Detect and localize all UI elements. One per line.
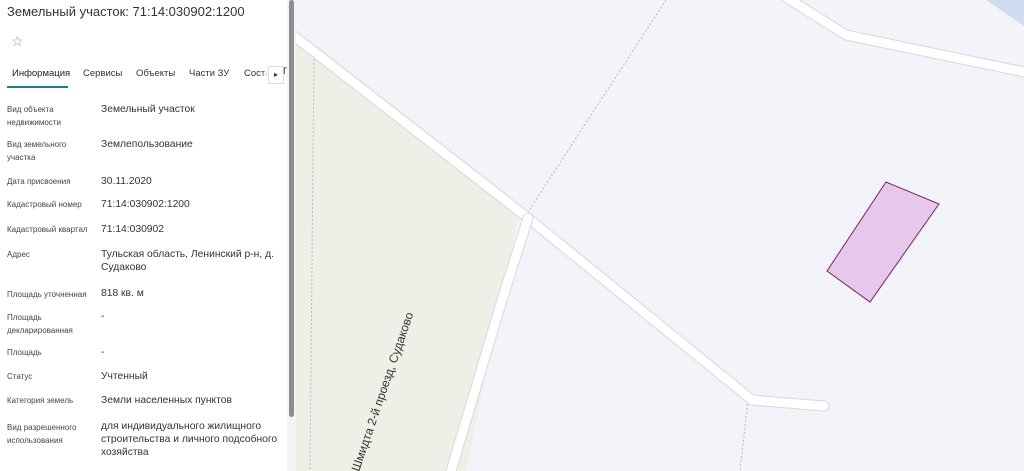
chevron-right-icon[interactable]: ▸ bbox=[268, 66, 284, 84]
row-label-area-declared: Площадь декларированная bbox=[7, 313, 73, 335]
tab-parcel-parts[interactable]: Части ЗУ bbox=[189, 68, 229, 79]
row-label-object-type: Вид объекта недвижимости bbox=[7, 105, 61, 127]
water-area bbox=[986, 0, 1024, 26]
road-top-right-fill bbox=[781, 0, 1024, 77]
row-value-area-specified: 818 кв. м bbox=[101, 288, 144, 299]
row-value-assign-date: 30.11.2020 bbox=[101, 176, 152, 187]
row-value-area-declared: - bbox=[101, 311, 105, 322]
row-label-address: Адрес bbox=[7, 250, 30, 259]
row-value-cadastral-quarter: 71:14:030902 bbox=[101, 224, 164, 235]
scrollbar-thumb[interactable] bbox=[289, 0, 294, 417]
row-value-land-category: Земли населенных пунктов bbox=[101, 395, 232, 406]
row-label-area: Площадь bbox=[7, 348, 42, 357]
tab-objects[interactable]: Объекты bbox=[136, 68, 175, 79]
tab-info[interactable]: Информация bbox=[12, 68, 70, 79]
row-label-assign-date: Дата присвоения bbox=[7, 177, 71, 186]
panel-title: Земельный участок: 71:14:030902:1200 bbox=[7, 4, 245, 19]
row-value-area: - bbox=[101, 347, 105, 358]
star-icon[interactable]: ☆ bbox=[11, 33, 24, 49]
field-area bbox=[296, 40, 521, 471]
row-label-area-specified: Площадь уточненная bbox=[7, 290, 87, 299]
selected-parcel[interactable] bbox=[826, 181, 940, 303]
row-value-parcel-type: Землепользование bbox=[101, 139, 193, 150]
row-value-object-type: Земельный участок bbox=[101, 104, 195, 115]
row-label-cadastral-quarter: Кадастровый квартал bbox=[7, 225, 88, 234]
active-tab-indicator bbox=[7, 86, 68, 88]
row-value-address: Тульская область, Ленинский р-н, д. Суда… bbox=[101, 249, 274, 273]
row-value-status: Учтенный bbox=[101, 371, 148, 382]
tab-bar: Информация Сервисы Объекты Части ЗУ Сост… bbox=[0, 64, 287, 90]
row-label-parcel-type: Вид земельного участка bbox=[7, 140, 67, 162]
row-value-cadastral-number: 71:14:030902:1200 bbox=[101, 199, 190, 210]
row-label-permitted-use: Вид разрешенного использования bbox=[7, 423, 77, 445]
panel-scrollbar[interactable] bbox=[287, 0, 296, 471]
map-canvas[interactable]: Шмидта 2-й проезд, Судаково bbox=[296, 0, 1024, 471]
row-label-cadastral-number: Кадастровый номер bbox=[7, 200, 82, 209]
row-label-land-category: Категория земель bbox=[7, 396, 74, 405]
row-label-status: Статус bbox=[7, 372, 33, 381]
tab-composition[interactable]: Соста bbox=[244, 68, 270, 79]
info-panel: Земельный участок: 71:14:030902:1200 ☆ И… bbox=[0, 0, 287, 471]
tab-services[interactable]: Сервисы bbox=[83, 68, 122, 79]
map-view[interactable]: Шмидта 2-й проезд, Судаково bbox=[296, 0, 1024, 471]
row-value-permitted-use: для индивидуального жилищного строительс… bbox=[101, 421, 278, 458]
